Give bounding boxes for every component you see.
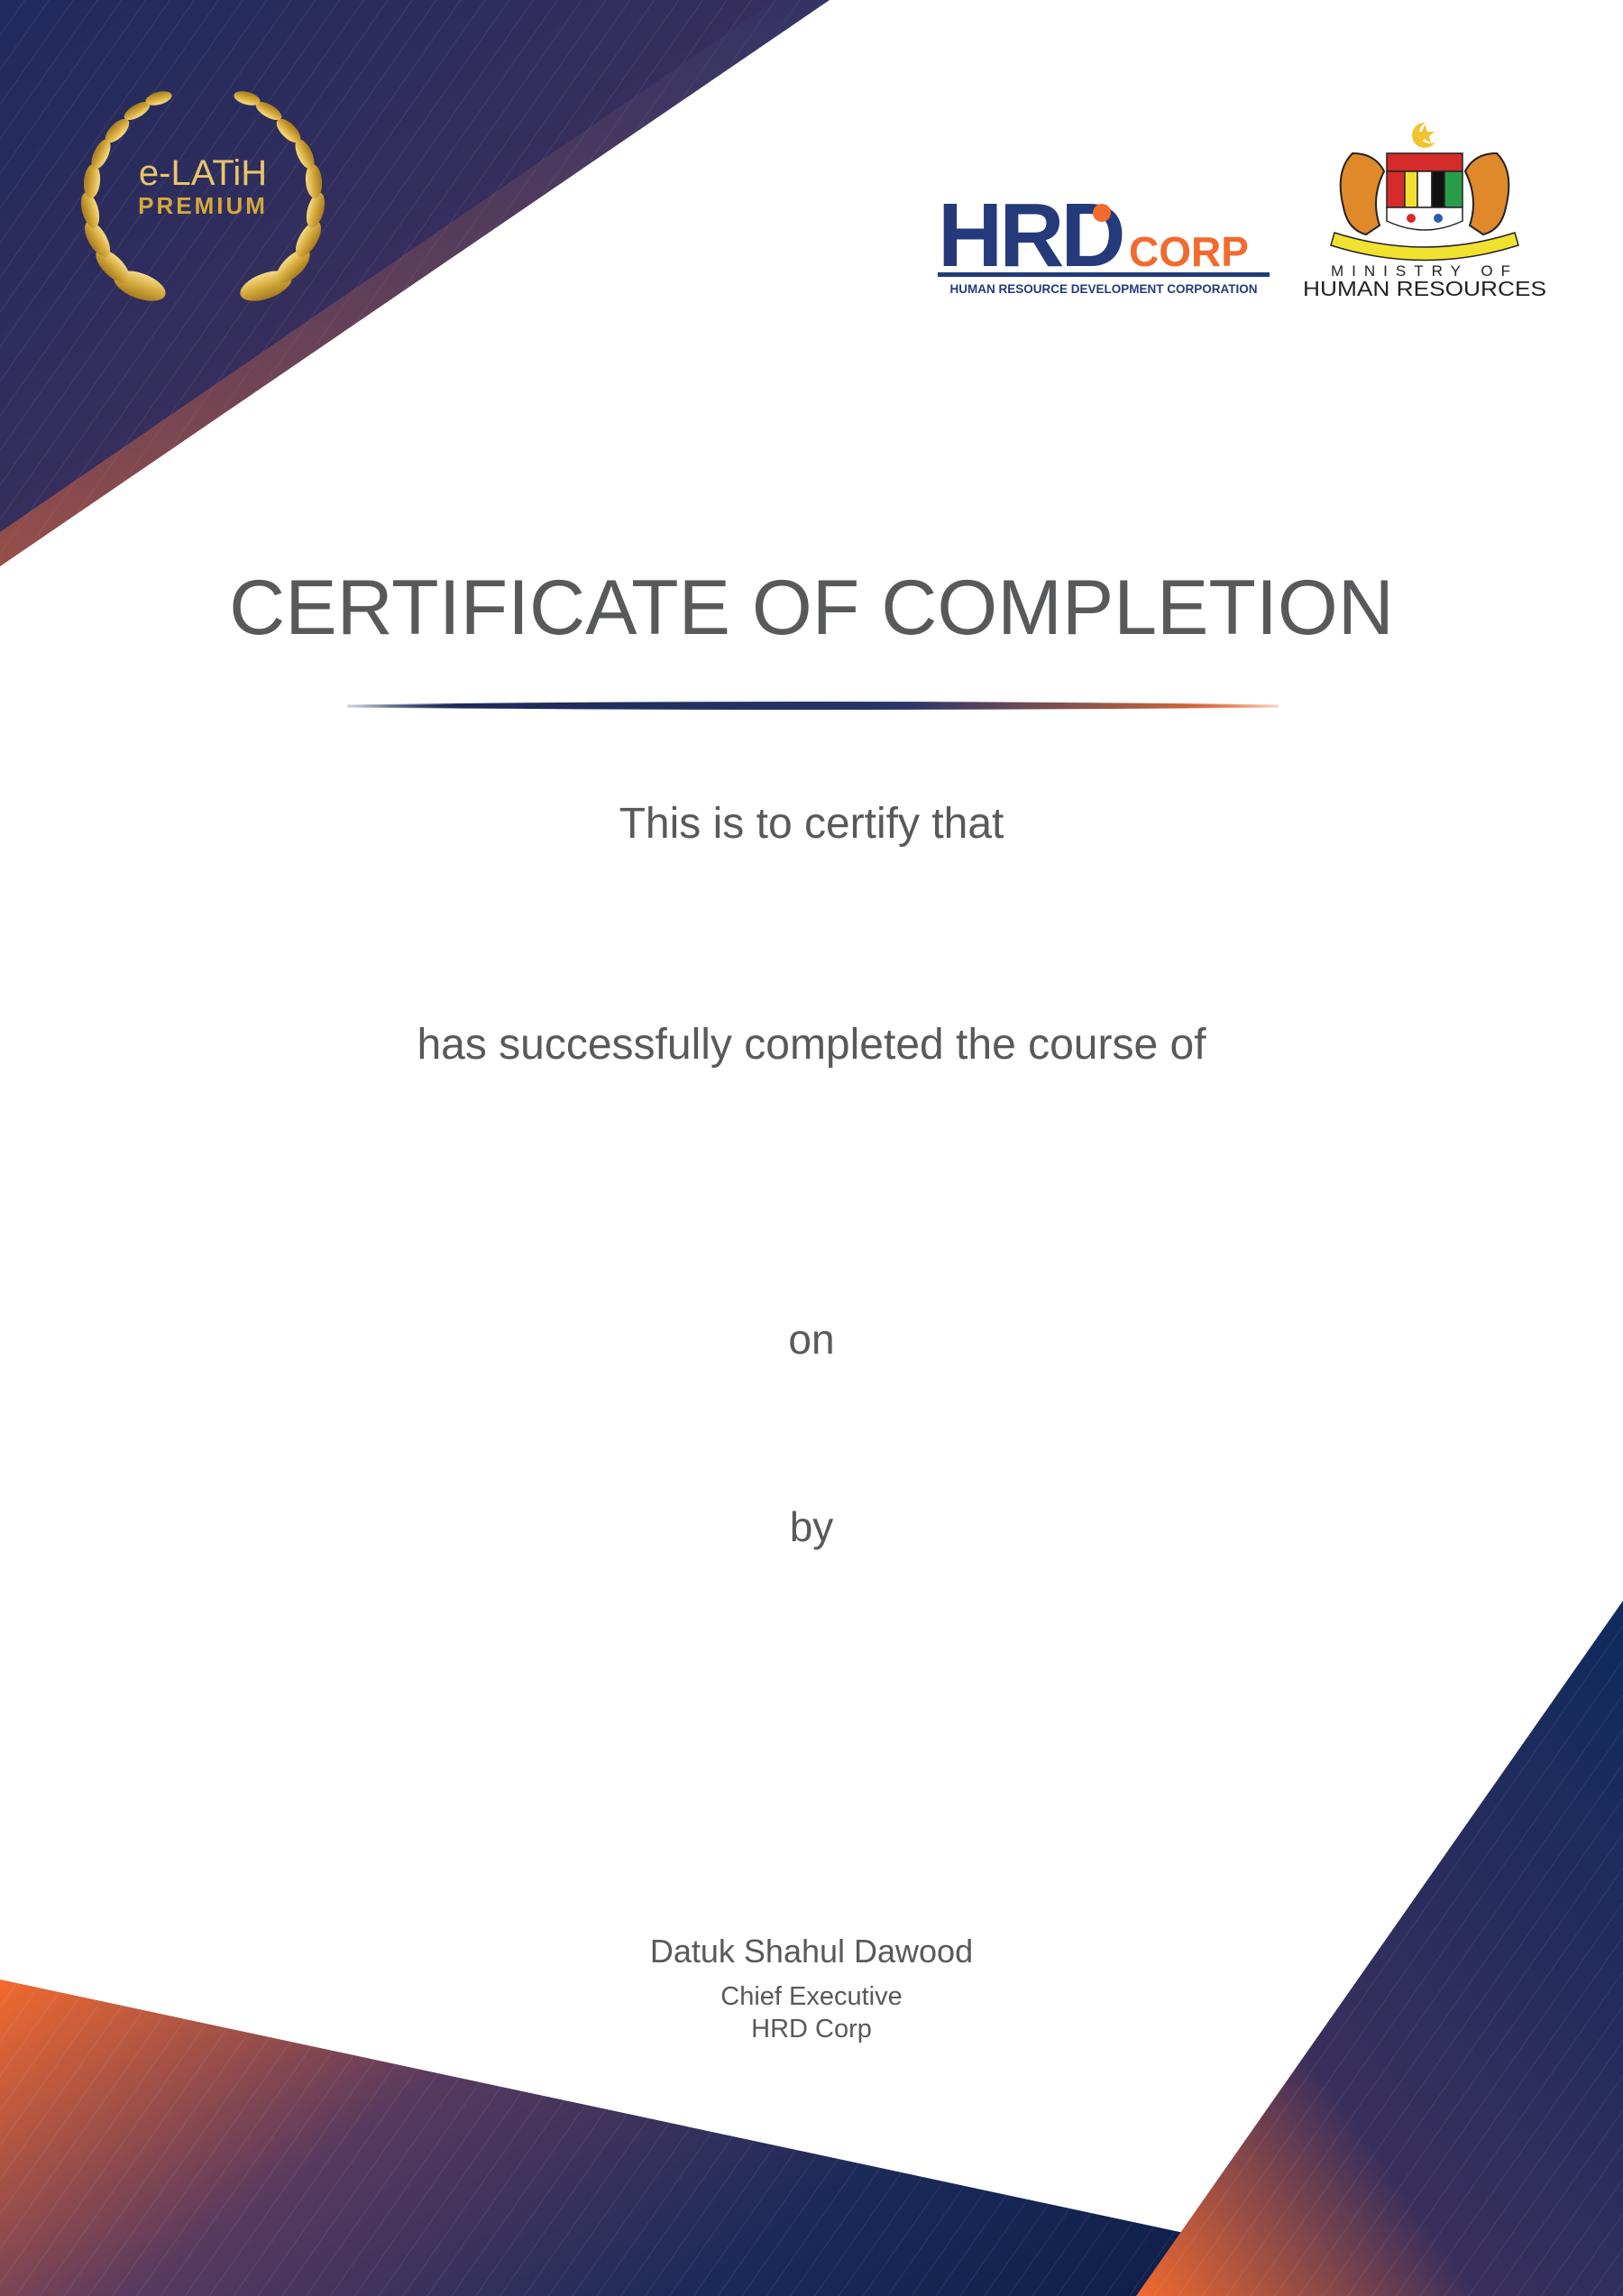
title-divider xyxy=(346,702,1279,710)
hrd-corp-logo: HRD CORP HUMAN RESOURCE DEVELOPMENT CORP… xyxy=(938,189,1270,296)
hrd-wordmark: HRD xyxy=(938,189,1123,286)
coat-of-arms-emblem xyxy=(1330,122,1519,262)
by-line: by xyxy=(789,1503,834,1550)
ministry-line-2: HUMAN RESOURCES xyxy=(1303,277,1546,298)
signatory-title: Chief Executive xyxy=(720,1982,903,2011)
elatih-wordmark: e-LATiH xyxy=(139,153,267,193)
signatory-organization: HRD Corp xyxy=(751,2015,872,2043)
hrd-corp-text: CORP xyxy=(1129,228,1249,275)
completed-line: has successfully completed the course of xyxy=(417,1021,1206,1069)
on-line: on xyxy=(788,1316,835,1363)
signatory-name: Datuk Shahul Dawood xyxy=(649,1933,974,1970)
certificate-title: CERTIFICATE OF COMPLETION xyxy=(229,565,1394,651)
certify-line: This is to certify that xyxy=(619,800,1004,848)
hrd-orange-dot xyxy=(1093,204,1111,222)
elatih-premium-logo: e-LATiH PREMIUM xyxy=(80,91,326,301)
elatih-premium-text: PREMIUM xyxy=(138,192,268,219)
hrd-tagline: HUMAN RESOURCE DEVELOPMENT CORPORATION xyxy=(949,282,1257,296)
ministry-of-human-resources-logo: MINISTRY OF HUMAN RESOURCES xyxy=(1303,122,1546,298)
